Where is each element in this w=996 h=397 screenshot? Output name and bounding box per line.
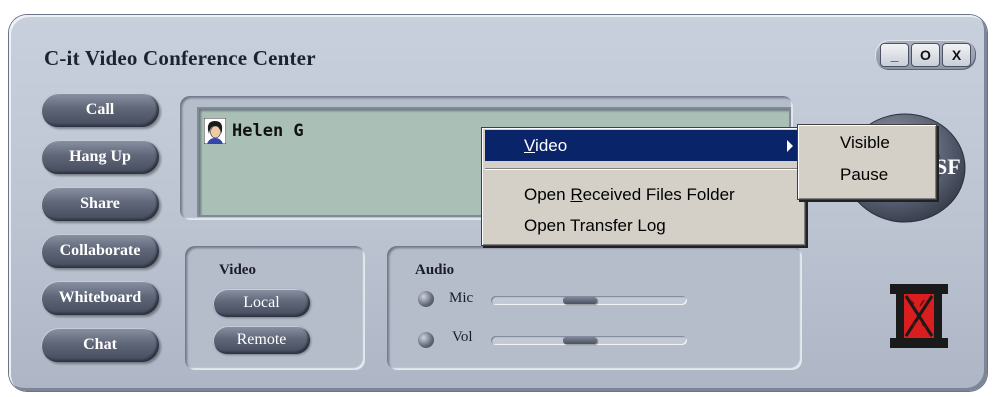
menu-separator [485, 168, 802, 170]
menu-item-open-transfer-log[interactable]: Open Transfer Log [485, 210, 802, 241]
share-button[interactable]: Share [41, 187, 159, 221]
minimize-button[interactable]: _ [880, 43, 909, 67]
hang-up-button[interactable]: Hang Up [41, 140, 159, 174]
window-title: C-it Video Conference Center [44, 46, 316, 70]
collaborate-button[interactable]: Collaborate [41, 234, 159, 268]
vol-slider-thumb[interactable] [563, 337, 597, 344]
remote-video-button[interactable]: Remote [213, 326, 310, 354]
mic-slider-thumb[interactable] [563, 297, 597, 304]
whiteboard-button[interactable]: Whiteboard [41, 281, 159, 315]
video-section-label: Video [219, 262, 256, 278]
menu-item-open-received-files-folder[interactable]: Open Received Files Folder [485, 179, 802, 210]
vol-indicator [418, 332, 434, 348]
menu-item-video-text: Video [524, 135, 568, 155]
participant-name: Helen G [232, 121, 304, 141]
menu-item-open-transfer-log-text: Open Transfer Log [524, 215, 666, 235]
window-controls: _ O X [875, 40, 976, 70]
submenu-item-visible[interactable]: Visible [840, 133, 890, 153]
submenu-arrow-icon [787, 140, 793, 152]
participant-row[interactable]: Helen G [204, 118, 304, 144]
video-submenu: Visible Pause [797, 124, 937, 200]
audio-section-label: Audio [415, 262, 455, 278]
c-it-logo [890, 284, 948, 348]
vol-label: Vol [452, 329, 473, 345]
menu-item-video[interactable]: Video [485, 130, 802, 161]
chat-button[interactable]: Chat [41, 328, 159, 362]
call-button[interactable]: Call [41, 93, 159, 127]
mic-label: Mic [449, 290, 474, 306]
mic-indicator [418, 291, 434, 307]
local-video-button[interactable]: Local [213, 289, 310, 317]
context-menu: Video Open Received Files Folder Open Tr… [481, 127, 806, 246]
user-face-icon [204, 118, 226, 144]
menu-item-open-received-files-folder-text: Open Received Files Folder [524, 184, 735, 204]
submenu-item-pause[interactable]: Pause [840, 165, 888, 185]
maximize-button[interactable]: O [911, 43, 940, 67]
close-button[interactable]: X [942, 43, 971, 67]
speed-dial-label: SF [935, 154, 961, 179]
